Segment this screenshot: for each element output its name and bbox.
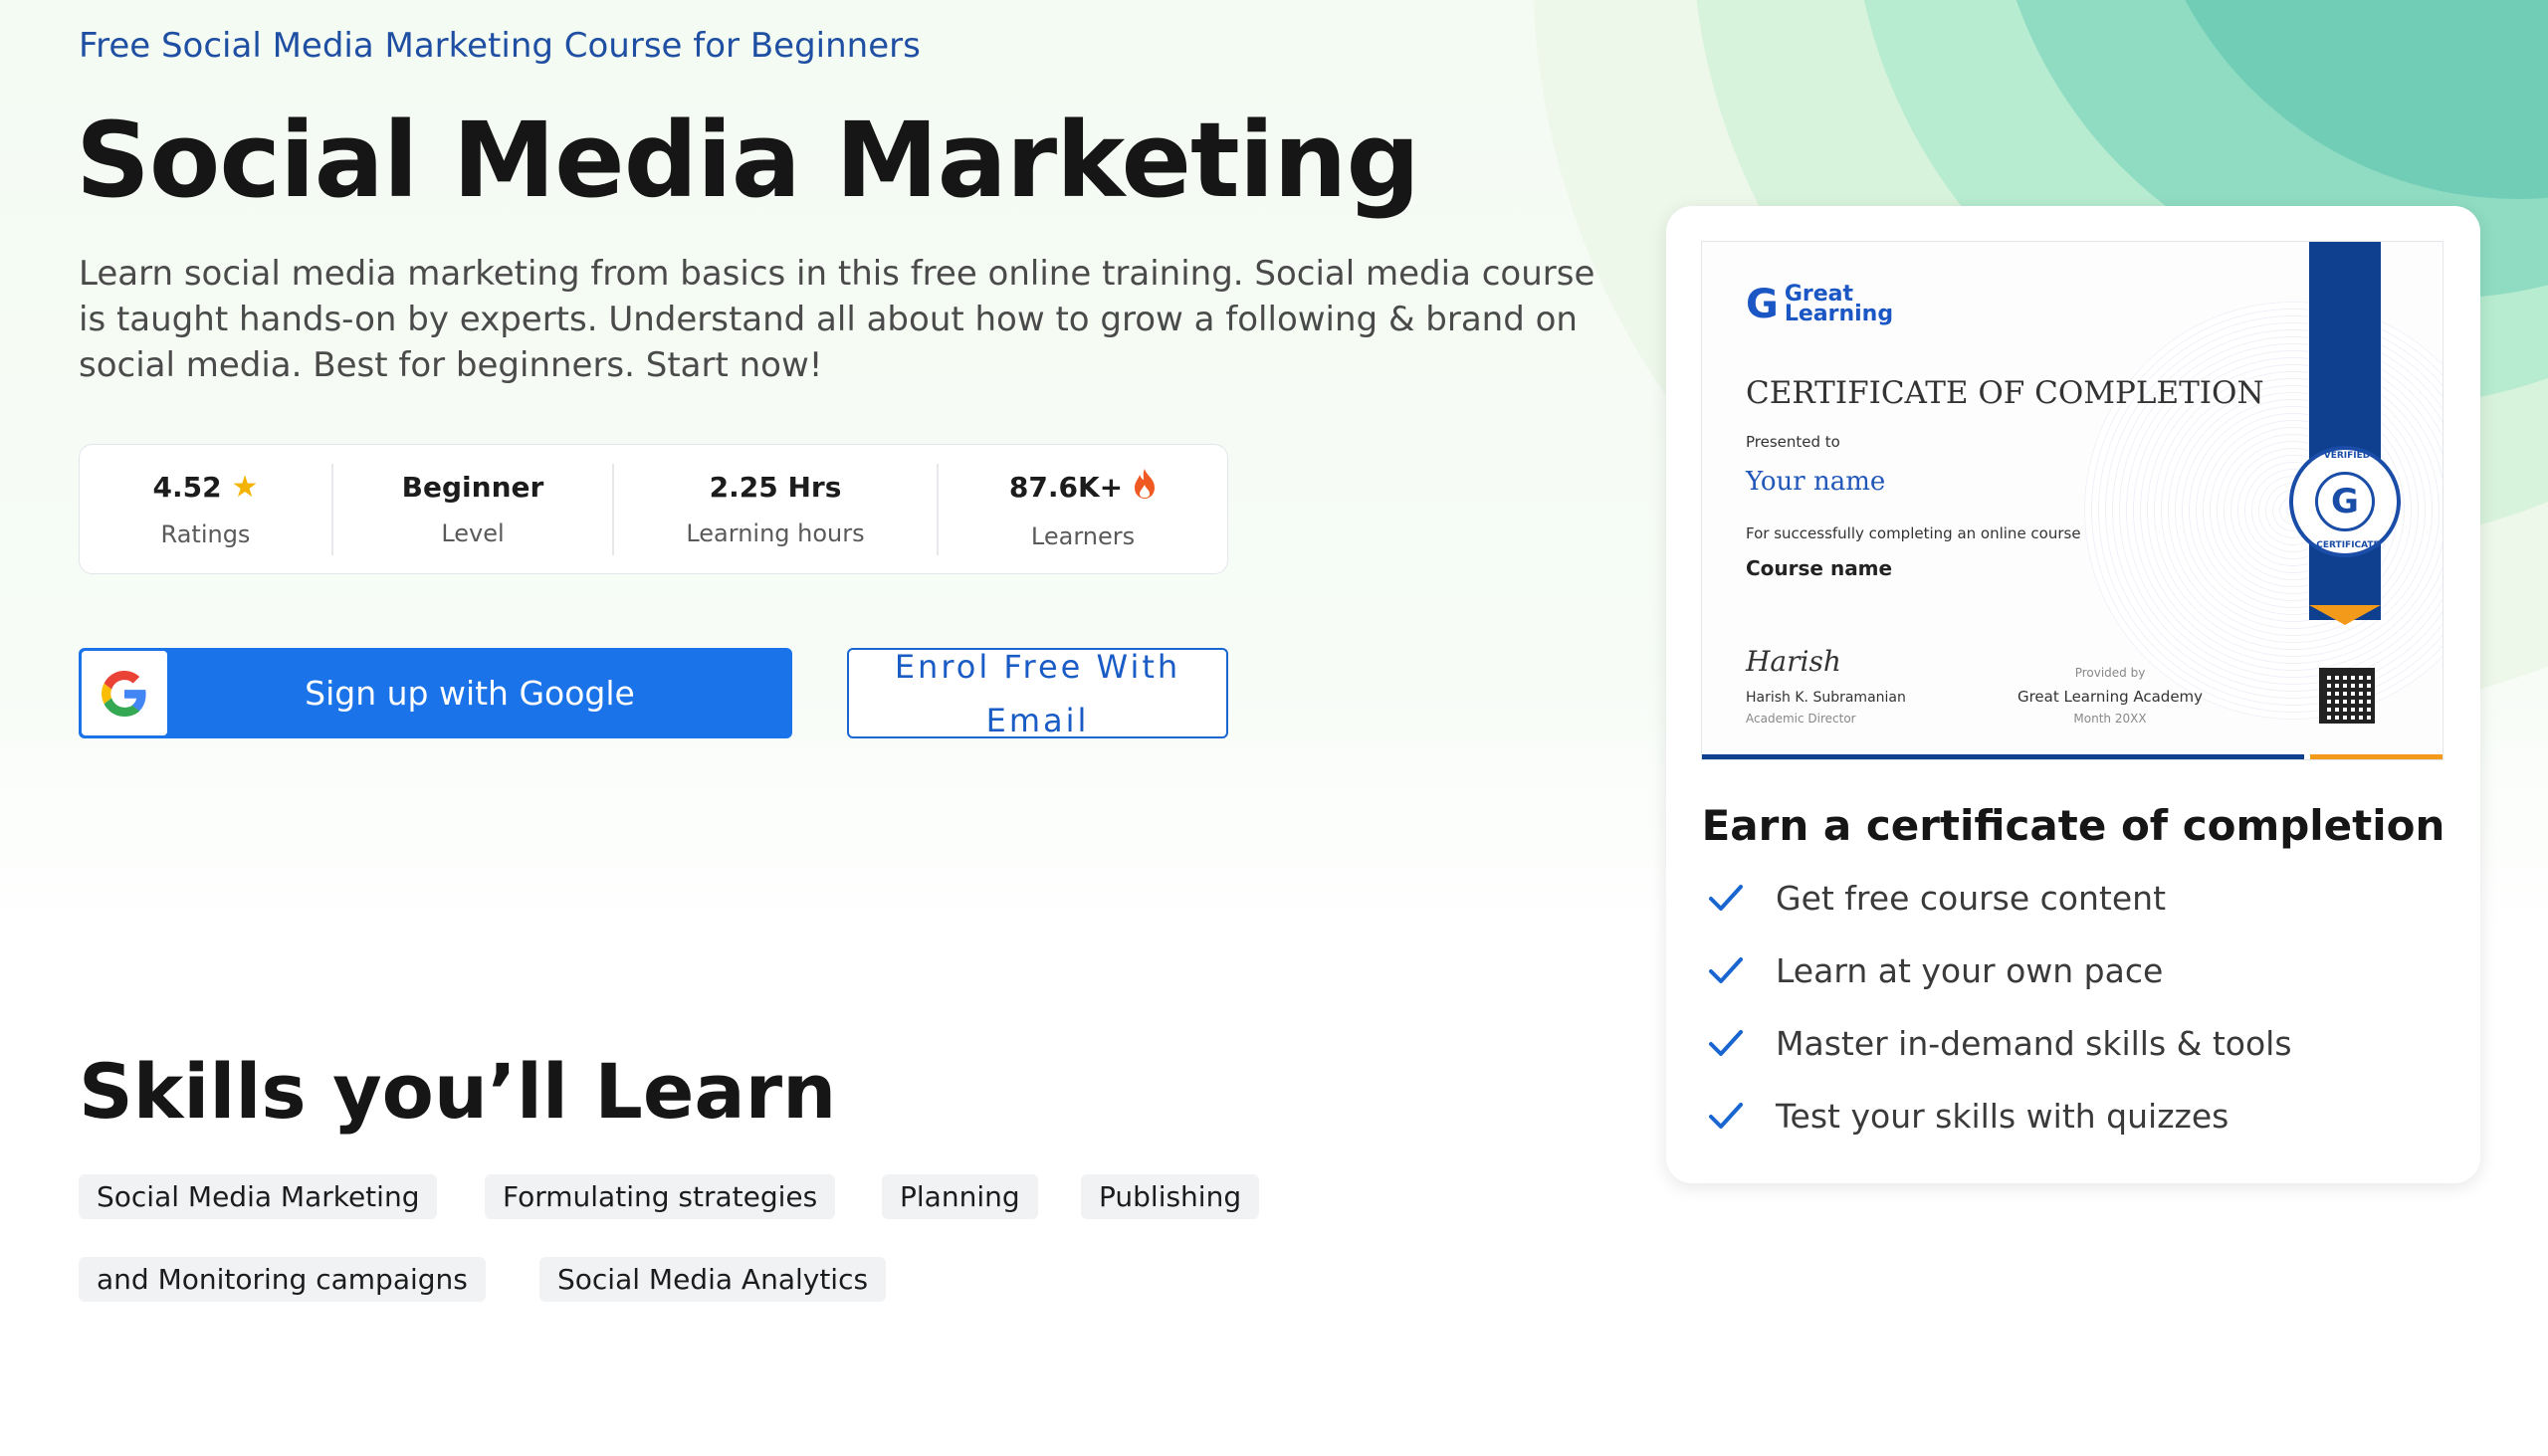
skill-chip: Formulating strategies (485, 1174, 836, 1219)
ribbon-tip (2309, 605, 2381, 625)
skill-chip: Social Media Analytics (539, 1257, 887, 1302)
completion-text: For successfully completing an online co… (1746, 524, 2081, 542)
skill-chip: Planning (882, 1174, 1038, 1219)
certificate-heading: CERTIFICATE OF COMPLETION (1746, 375, 2264, 411)
checkmark-icon (1706, 950, 1746, 990)
stat-level: Beginner Level (333, 464, 612, 555)
hours-value: 2.25 Hrs (709, 471, 842, 504)
stat-ratings: 4.52 ★ Ratings (80, 464, 331, 555)
google-button-label: Sign up with Google (305, 674, 635, 713)
certificate-card: G Great Learning CERTIFICATE OF COMPLETI… (1666, 206, 2480, 1183)
sign-up-with-google-button[interactable]: Sign up with Google (79, 648, 792, 738)
certificate-preview: G Great Learning CERTIFICATE OF COMPLETI… (1701, 241, 2443, 760)
course-description: Learn social media marketing from basics… (79, 254, 1595, 385)
skill-chip: Social Media Marketing (79, 1174, 438, 1219)
enrol-free-with-email-button[interactable]: Enrol Free With Email (847, 648, 1228, 739)
earn-certificate-title: Earn a certificate of completion (1701, 801, 2445, 850)
checkmark-icon (1706, 1023, 1746, 1063)
great-learning-logo: G Great Learning (1746, 282, 1893, 327)
bottom-stripe (2310, 754, 2442, 759)
fire-icon (1133, 468, 1157, 507)
seal-text: VERIFIED (2323, 451, 2371, 461)
page-title: Social Media Marketing (76, 100, 1420, 221)
signature: Harish (1746, 645, 1841, 678)
hours-label: Learning hours (686, 520, 865, 547)
logo-text: Learning (1784, 302, 1894, 326)
learners-value: 87.6K+ (1008, 471, 1124, 504)
skills-section-title: Skills you’ll Learn (79, 1047, 837, 1136)
email-button-label: Enrol Free With Email (894, 647, 1181, 739)
rating-label: Ratings (160, 520, 251, 548)
benefit-item: Learn at your own pace (1706, 950, 2163, 990)
level-value: Beginner (401, 471, 544, 504)
g-logo-icon: G (1746, 282, 1779, 327)
skill-chip: and Monitoring campaigns (79, 1257, 486, 1302)
seal-text: CERTIFICATE (2316, 540, 2380, 550)
benefit-text: Test your skills with quizzes (1776, 1096, 2230, 1136)
benefit-item: Test your skills with quizzes (1706, 1096, 2229, 1136)
benefit-item: Get free course content (1706, 878, 2166, 918)
signer-name: Harish K. Subramanian (1746, 690, 1906, 706)
benefit-item: Master in-demand skills & tools (1706, 1023, 2292, 1063)
course-stats-card: 4.52 ★ Ratings Beginner Level 2.25 Hrs L… (79, 444, 1228, 574)
benefit-text: Get free course content (1776, 878, 2167, 918)
recipient-name: Your name (1746, 467, 1886, 497)
provider-name: Great Learning Academy (2017, 688, 2204, 706)
bottom-stripe (1702, 754, 2304, 759)
certificate-date: Month 20XX (2073, 712, 2147, 726)
benefit-text: Learn at your own pace (1776, 950, 2164, 990)
star-icon: ★ (231, 470, 259, 505)
course-name: Course name (1746, 556, 1893, 580)
google-icon (82, 651, 167, 735)
ribbon (2309, 242, 2381, 620)
qr-code-icon (2319, 668, 2375, 724)
stat-learners: 87.6K+ Learners (939, 464, 1227, 555)
stat-hours: 2.25 Hrs Learning hours (614, 464, 937, 555)
level-label: Level (441, 520, 505, 547)
learners-label: Learners (1030, 522, 1136, 550)
benefit-text: Master in-demand skills & tools (1776, 1023, 2292, 1063)
skill-chip: Publishing (1081, 1174, 1260, 1219)
breadcrumb[interactable]: Free Social Media Marketing Course for B… (79, 26, 921, 66)
rating-value: 4.52 (152, 471, 222, 504)
provided-by-label: Provided by (2074, 666, 2146, 680)
signer-title: Academic Director (1746, 712, 1856, 726)
checkmark-icon (1706, 1096, 1746, 1136)
presented-to: Presented to (1746, 433, 1840, 451)
checkmark-icon (1706, 878, 1746, 918)
